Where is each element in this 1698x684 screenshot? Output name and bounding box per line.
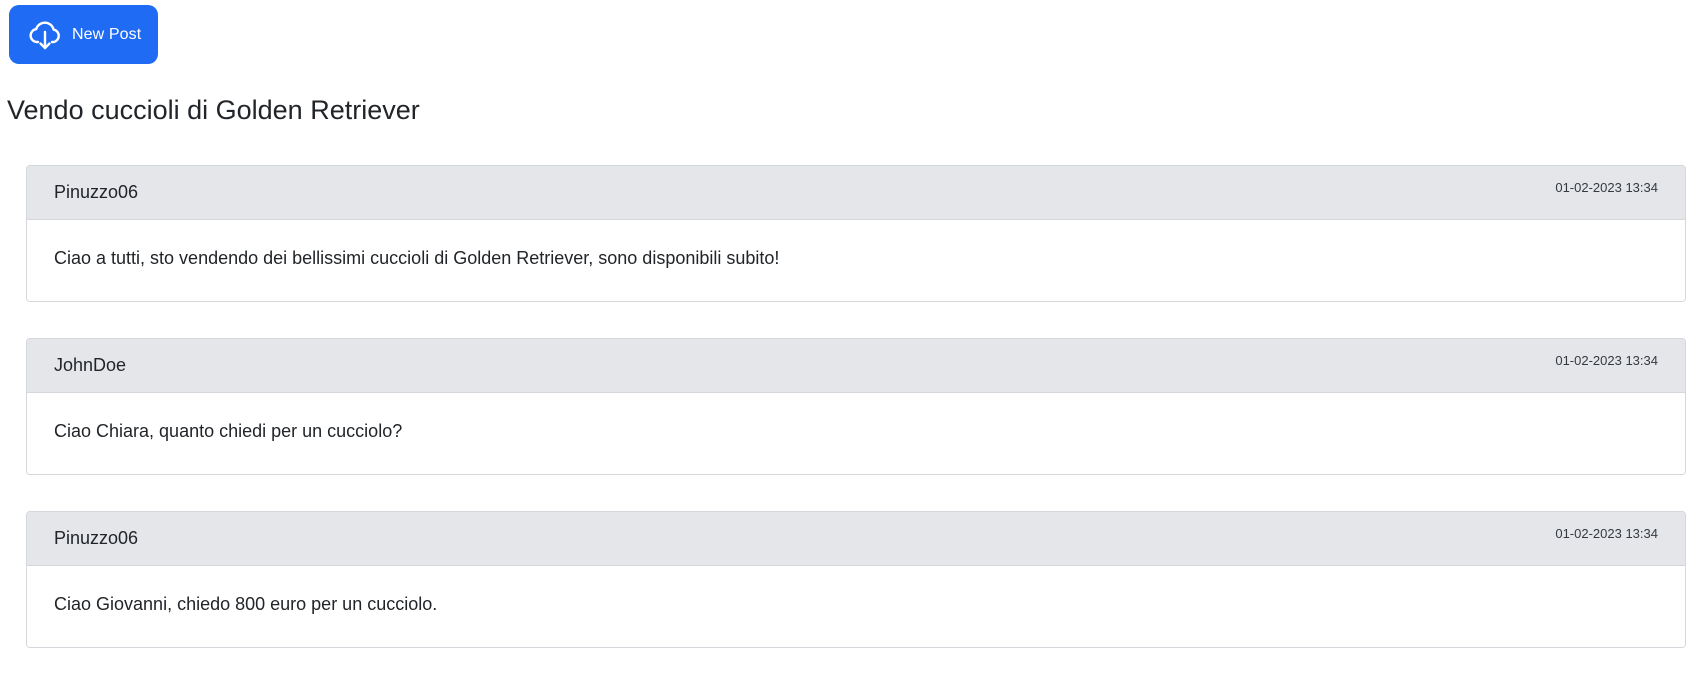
- post-body: Ciao a tutti, sto vendendo dei bellissim…: [27, 220, 1685, 301]
- post-date: 01-02-2023 13:34: [1555, 180, 1658, 195]
- post-list: Pinuzzo06 01-02-2023 13:34 Ciao a tutti,…: [26, 165, 1686, 684]
- new-post-button[interactable]: New Post: [9, 5, 158, 64]
- post-date: 01-02-2023 13:34: [1555, 526, 1658, 541]
- new-post-label: New Post: [72, 25, 142, 43]
- post-card: Pinuzzo06 01-02-2023 13:34 Ciao Giovanni…: [26, 511, 1686, 648]
- post-author: Pinuzzo06: [54, 528, 139, 548]
- post-header: JohnDoe 01-02-2023 13:34: [27, 339, 1685, 393]
- post-text: Ciao a tutti, sto vendendo dei bellissim…: [54, 248, 780, 268]
- post-body: Ciao Giovanni, chiedo 800 euro per un cu…: [27, 566, 1685, 647]
- post-text: Ciao Giovanni, chiedo 800 euro per un cu…: [54, 594, 438, 614]
- post-card: Pinuzzo06 01-02-2023 13:34 Ciao a tutti,…: [26, 165, 1686, 302]
- post-author: JohnDoe: [54, 355, 127, 375]
- post-card: JohnDoe 01-02-2023 13:34 Ciao Chiara, qu…: [26, 338, 1686, 475]
- post-body: Ciao Chiara, quanto chiedi per un cuccio…: [27, 393, 1685, 474]
- post-header: Pinuzzo06 01-02-2023 13:34: [27, 166, 1685, 220]
- post-date: 01-02-2023 13:34: [1555, 353, 1658, 368]
- post-text: Ciao Chiara, quanto chiedi per un cuccio…: [54, 421, 403, 441]
- post-header: Pinuzzo06 01-02-2023 13:34: [27, 512, 1685, 566]
- cloud-download-icon: [28, 18, 62, 52]
- page-title: Vendo cuccioli di Golden Retriever: [7, 95, 420, 125]
- post-author: Pinuzzo06: [54, 182, 139, 202]
